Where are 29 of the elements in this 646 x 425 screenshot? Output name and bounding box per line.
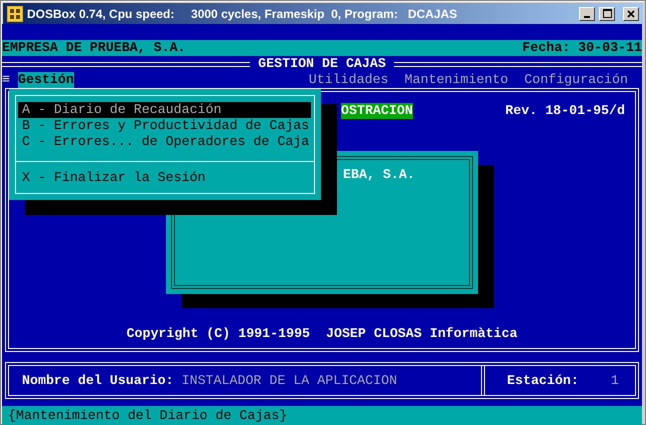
user-value: INSTALADOR DE LA APLICACION <box>182 372 398 388</box>
status-bar: {Mantenimiento del Diario de Cajas} <box>2 406 642 425</box>
menu-option[interactable]: B - Errores y Productividad de Cajas <box>18 118 311 134</box>
user-label: Nombre del Usuario: <box>22 372 174 388</box>
screen-title: GESTION DE CAJAS <box>257 56 387 72</box>
window-title: DOSBox 0.74, Cpu speed: 3000 cycles, Frameskip 0, Program: DCAJAS <box>27 6 458 20</box>
menu-item[interactable]: Gestión <box>18 72 74 88</box>
date-label: Fecha: 30-03-11 <box>522 40 642 56</box>
menu-option[interactable]: A - Diario de Recaudación <box>18 102 311 118</box>
dialog-text: EBA, S.A. <box>343 167 415 183</box>
system-menu-glyph[interactable]: ≡ <box>2 72 10 88</box>
minimize-icon <box>584 16 590 18</box>
revision-label: Rev. 18-01-95/d <box>505 103 625 119</box>
menu-option[interactable]: X - Finalizar la Sesión <box>18 170 311 186</box>
menu-item[interactable]: Configuración <box>524 72 628 88</box>
menu-option[interactable]: C - Errores... de Operadores de Caja <box>18 134 311 150</box>
close-button[interactable] <box>623 6 639 20</box>
app-icon <box>7 6 23 22</box>
station-label: Estación: <box>507 372 579 388</box>
close-icon <box>627 10 635 18</box>
mode-label: OSTRACION <box>341 103 413 119</box>
menu-item[interactable]: Utilidades <box>308 72 389 88</box>
company-name: EMPRESA DE PRUEBA, S.A. <box>2 40 186 56</box>
station-value: 1 <box>610 372 619 388</box>
maximize-button[interactable] <box>599 6 615 20</box>
maximize-icon <box>602 9 612 18</box>
minimize-button[interactable] <box>579 6 595 20</box>
copyright-text: Copyright (C) 1991-1995 JOSEP CLOSAS Informàtica <box>126 326 518 342</box>
menu-item[interactable]: Mantenimiento <box>404 72 508 88</box>
